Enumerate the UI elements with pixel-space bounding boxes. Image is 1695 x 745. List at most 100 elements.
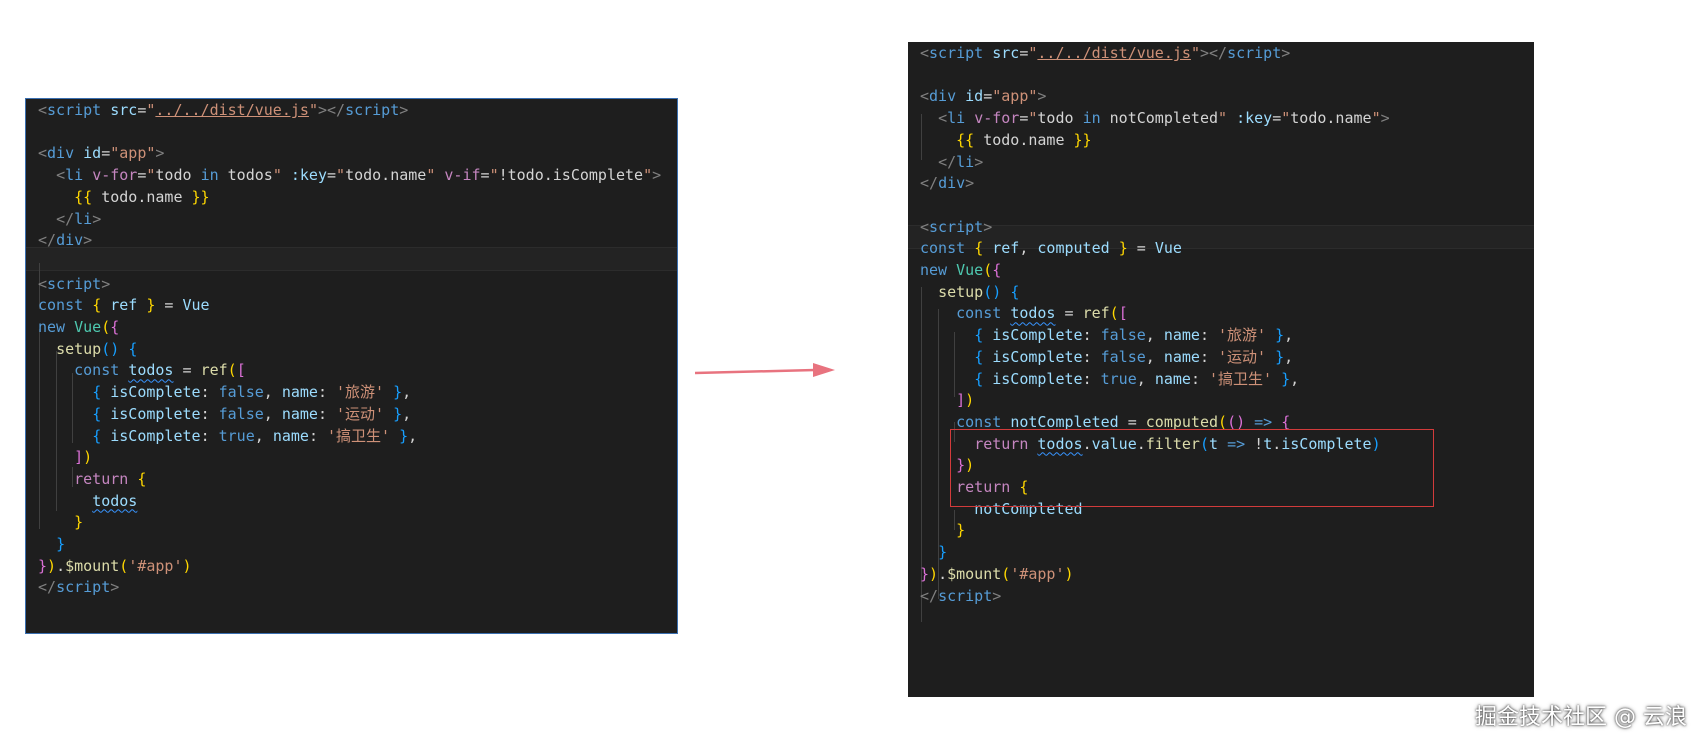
- code-token: >: [83, 231, 93, 250]
- code-token: =: [101, 144, 111, 163]
- code-token: const: [38, 296, 84, 315]
- code-line: { isComplete: false, name: '运动' },: [920, 346, 1293, 369]
- code-token: ,: [1136, 369, 1155, 388]
- code-token: ]: [956, 391, 966, 410]
- code-token: name: [281, 383, 318, 402]
- code-token: ): [47, 556, 57, 575]
- code-token: >: [1380, 109, 1390, 128]
- code-token: }: [1275, 326, 1285, 345]
- code-token: const: [74, 361, 120, 380]
- code-line: }: [920, 519, 965, 542]
- code-token: :: [1082, 347, 1101, 366]
- code-token: setup: [56, 339, 102, 358]
- code-token: ,: [1284, 326, 1294, 345]
- code-token: ,: [1284, 347, 1294, 366]
- code-line: }: [38, 511, 83, 534]
- code-token: ): [929, 564, 939, 583]
- code-line: }).$mount('#app'): [38, 555, 192, 578]
- code-token: ,: [263, 383, 282, 402]
- code-line: const todos = ref([: [920, 302, 1128, 325]
- code-line: <div id="app">: [38, 142, 164, 165]
- code-token: in: [200, 166, 219, 185]
- code-token: script: [47, 101, 102, 119]
- code-token: (: [983, 261, 993, 279]
- code-token: {: [974, 326, 984, 345]
- code-token: >: [965, 174, 975, 193]
- code-token: "app": [992, 87, 1038, 106]
- code-token: =: [480, 166, 490, 185]
- code-token: >: [399, 101, 409, 119]
- code-token: todo: [155, 166, 201, 185]
- code-line: </script>: [38, 576, 119, 599]
- code-token: {{: [956, 130, 975, 149]
- code-token: ref: [1082, 304, 1110, 323]
- code-line: new Vue({: [38, 316, 119, 339]
- code-token: '运动': [1218, 347, 1267, 366]
- code-line: const { ref } = Vue: [38, 294, 210, 317]
- code-line: { isComplete: true, name: '搞卫生' },: [920, 368, 1299, 391]
- code-token: setup: [938, 282, 984, 301]
- code-token: ): [1064, 564, 1074, 583]
- code-line: </div>: [920, 172, 974, 195]
- code-token: }: [1118, 239, 1128, 258]
- code-token: <: [920, 87, 930, 106]
- code-token: todos: [218, 166, 273, 185]
- code-token: script: [938, 586, 993, 605]
- code-token: <: [38, 144, 48, 163]
- code-token: ,: [402, 383, 412, 402]
- code-token: .: [938, 564, 948, 583]
- code-token: }: [399, 426, 409, 445]
- code-token: {: [974, 239, 984, 258]
- code-token: {{: [74, 187, 93, 206]
- code-token: <: [920, 217, 930, 236]
- code-token: </: [938, 152, 957, 171]
- code-token: v-for: [92, 166, 138, 185]
- code-line: todos: [38, 490, 137, 513]
- code-token: }: [938, 543, 948, 562]
- code-token: >: [652, 166, 662, 185]
- code-token: :: [200, 404, 219, 423]
- code-token: id: [83, 144, 102, 163]
- code-token: li: [74, 209, 93, 228]
- code-token: :: [308, 426, 327, 445]
- arrow-right-icon: [694, 363, 835, 383]
- code-token: {: [974, 347, 984, 366]
- code-token: {: [110, 318, 120, 336]
- code-token: </: [56, 209, 75, 228]
- code-token: li: [65, 166, 84, 185]
- code-token: todo: [1037, 109, 1083, 128]
- code-token: ]: [74, 448, 84, 467]
- code-token: ": [1190, 44, 1200, 62]
- code-line: {{ todo.name }}: [38, 186, 209, 209]
- code-token: computed: [1037, 239, 1110, 258]
- code-line: <script>: [920, 216, 992, 239]
- code-token: :key: [290, 166, 327, 185]
- code-token: in: [1082, 109, 1101, 128]
- code-line: {{ todo.name }}: [920, 129, 1091, 152]
- code-token: ,: [263, 404, 282, 423]
- highlight-box: [950, 429, 1434, 507]
- code-line: </script>: [920, 585, 1001, 608]
- code-line: <script src="../../dist/vue.js"></script…: [38, 99, 408, 122]
- code-token: new: [920, 261, 948, 279]
- code-token: =: [155, 296, 183, 315]
- code-token: id: [965, 87, 984, 106]
- code-token: const: [956, 304, 1002, 323]
- code-token: ,: [1290, 369, 1300, 388]
- code-token: :: [200, 426, 219, 445]
- code-token: ": [308, 101, 318, 119]
- code-token: todo.name: [974, 130, 1074, 149]
- code-token: ref: [992, 239, 1020, 258]
